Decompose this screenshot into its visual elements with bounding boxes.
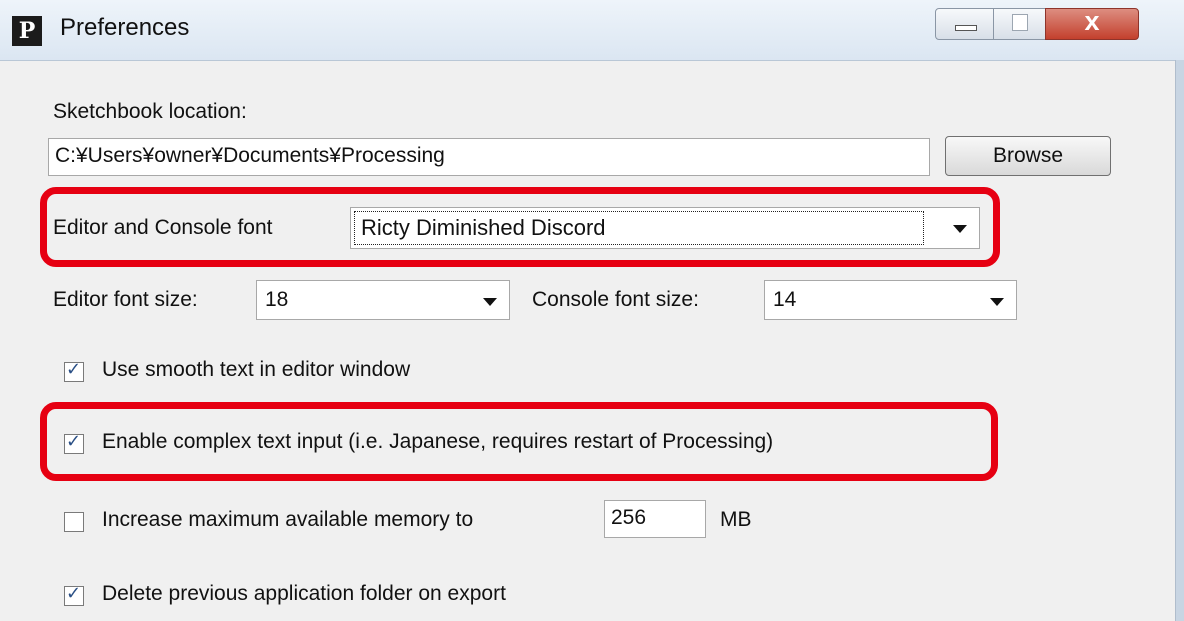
smooth-text-checkbox[interactable]: ✓ — [64, 359, 84, 382]
editor-font-size-value: 18 — [265, 288, 289, 311]
memory-unit-label: MB — [720, 508, 752, 531]
sketchbook-location-input[interactable]: C:¥Users¥owner¥Documents¥Processing — [48, 138, 930, 176]
title-bar[interactable]: P Preferences x — [0, 0, 1184, 61]
maximize-icon — [1012, 14, 1028, 31]
checkmark-icon: ✓ — [66, 359, 82, 379]
sketchbook-location-label: Sketchbook location: — [53, 100, 247, 123]
processing-app-icon: P — [12, 16, 42, 46]
increase-memory-checkbox[interactable] — [64, 512, 84, 532]
chevron-down-icon — [990, 298, 1004, 306]
minimize-icon — [955, 25, 977, 31]
maximize-button[interactable] — [993, 8, 1047, 40]
console-font-size-value: 14 — [773, 288, 797, 311]
browse-button[interactable]: Browse — [945, 136, 1111, 176]
minimize-button[interactable] — [935, 8, 995, 40]
checkmark-icon: ✓ — [66, 583, 82, 603]
window-border — [1175, 60, 1184, 621]
complex-input-highlight — [40, 402, 998, 481]
chevron-down-icon — [483, 298, 497, 306]
close-button[interactable]: x — [1045, 6, 1139, 40]
delete-previous-folder-checkbox[interactable]: ✓ — [64, 583, 84, 606]
preferences-window: P Preferences x Sketchbook location: C:¥… — [0, 0, 1184, 621]
increase-memory-label[interactable]: Increase maximum available memory to — [102, 508, 473, 532]
editor-font-size-select[interactable]: 18 — [256, 280, 510, 320]
delete-previous-folder-label[interactable]: Delete previous application folder on ex… — [102, 582, 506, 606]
console-font-size-label: Console font size: — [532, 288, 699, 311]
window-title: Preferences — [60, 14, 190, 41]
console-font-size-select[interactable]: 14 — [764, 280, 1017, 320]
font-setting-highlight — [40, 187, 1000, 267]
close-icon: x — [1084, 6, 1100, 36]
smooth-text-label[interactable]: Use smooth text in editor window — [102, 358, 410, 382]
editor-font-size-label: Editor font size: — [53, 288, 198, 311]
maximum-memory-input[interactable]: 256 — [604, 500, 706, 538]
